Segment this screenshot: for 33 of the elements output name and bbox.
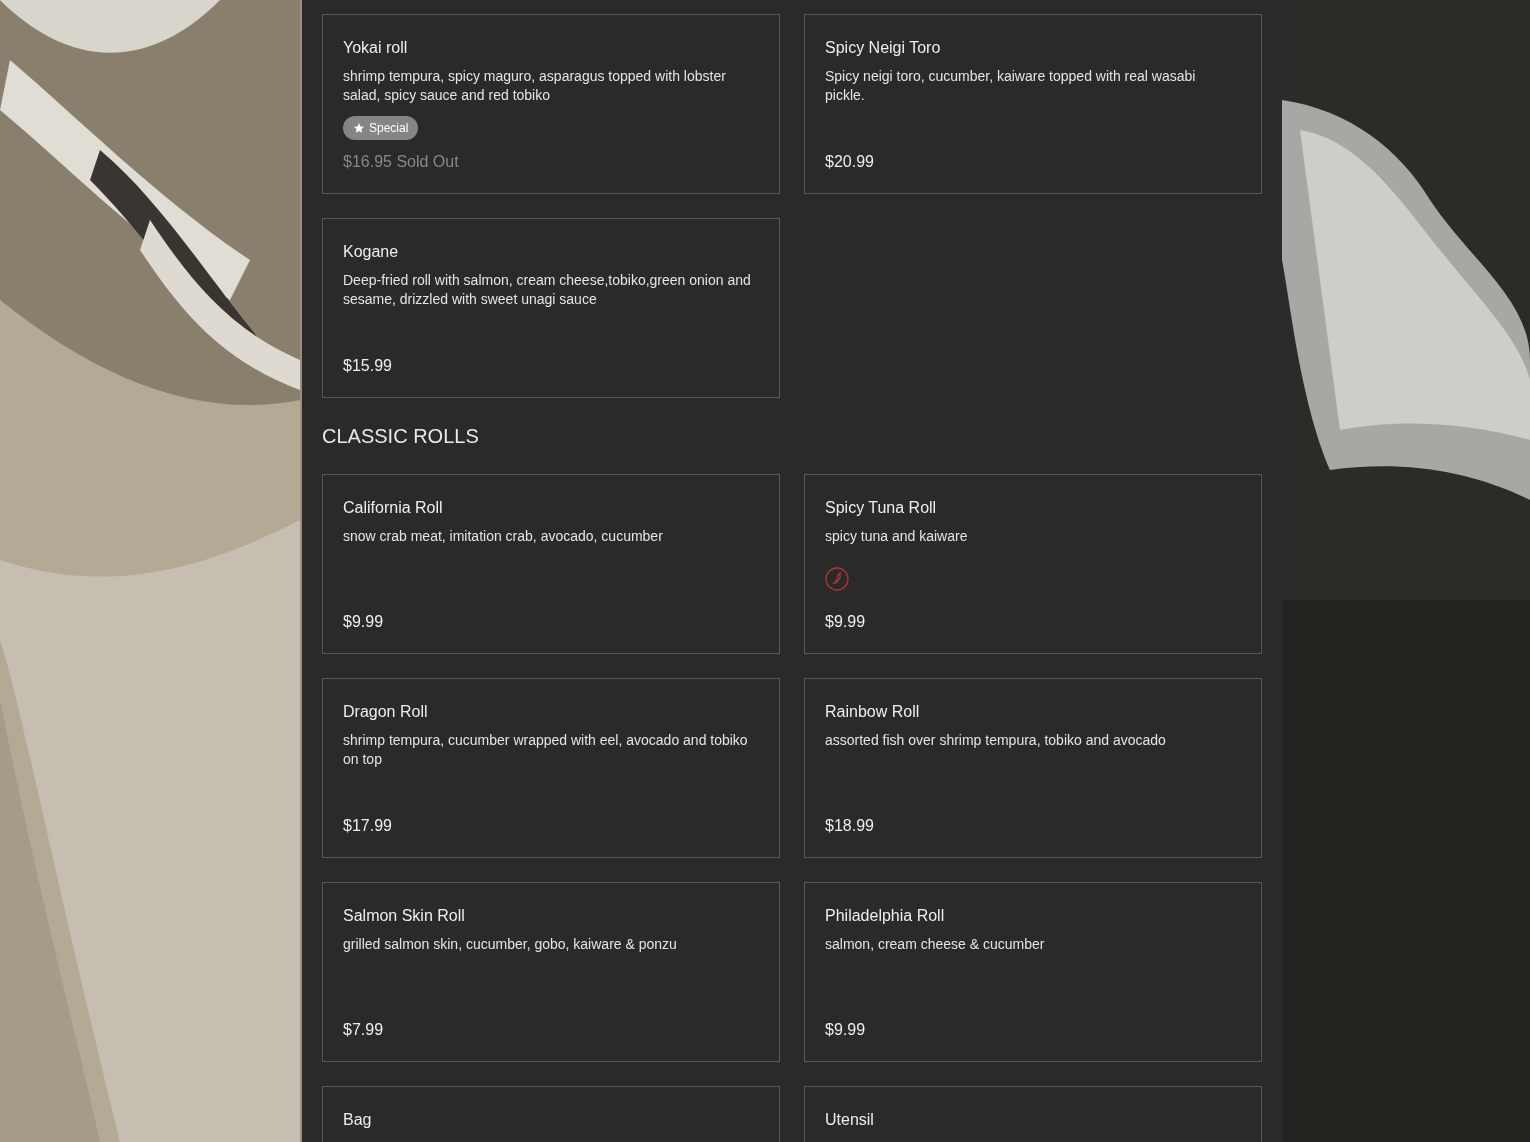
item-name: Philadelphia Roll [825, 906, 946, 926]
item-description: Spicy neigi toro, cucumber, kaiware topped with real wasabi pickle. [825, 67, 1197, 105]
item-name: Salmon Skin Roll [343, 906, 466, 926]
item-name: Rainbow Roll [825, 702, 921, 722]
item-name: Utensil [825, 1110, 875, 1130]
item-name: California Roll [343, 498, 444, 518]
item-name: Yokai roll [343, 38, 409, 58]
item-description: grilled salmon skin, cucumber, gobo, kaiware & ponzu [343, 935, 678, 954]
item-price: $7.99 [343, 1020, 385, 1040]
item-price: $9.99 [825, 612, 867, 632]
item-name: Kogane [343, 242, 400, 262]
item-description: spicy tuna and kaiware [825, 527, 969, 546]
item-name: Dragon Roll [343, 702, 429, 722]
item-price: $18.99 [825, 816, 875, 836]
item-description: assorted fish over shrimp tempura, tobiko and avocado [825, 731, 1167, 750]
item-name: Spicy Neigi Toro [825, 38, 942, 58]
star-icon [353, 122, 365, 134]
item-price: $20.99 [825, 152, 875, 172]
item-price: $17.99 [343, 816, 393, 836]
chili-pepper-icon [825, 566, 849, 591]
item-price: $9.99 [825, 1020, 867, 1040]
item-description: snow crab meat, imitation crab, avocado, cucumber [343, 527, 664, 546]
item-name: Spicy Tuna Roll [825, 498, 938, 518]
special-badge: Special [343, 116, 419, 140]
item-price: $9.99 [343, 612, 385, 632]
item-price: $16.95 Sold Out [343, 152, 460, 172]
item-description: salmon, cream cheese & cucumber [825, 935, 1046, 954]
item-name: Bag [343, 1110, 373, 1130]
item-description: shrimp tempura, spicy maguro, asparagus topped with lobster salad, spicy sauce and red tobiko [343, 67, 727, 105]
item-description: shrimp tempura, cucumber wrapped with eel, avocado and tobiko on top [343, 731, 749, 769]
section-heading: CLASSIC ROLLS [322, 424, 480, 449]
item-price: $15.99 [343, 356, 393, 376]
item-description: Deep-fried roll with salmon, cream cheese,tobiko,green onion and sesame, drizzled with sweet unagi sauce [343, 271, 752, 309]
